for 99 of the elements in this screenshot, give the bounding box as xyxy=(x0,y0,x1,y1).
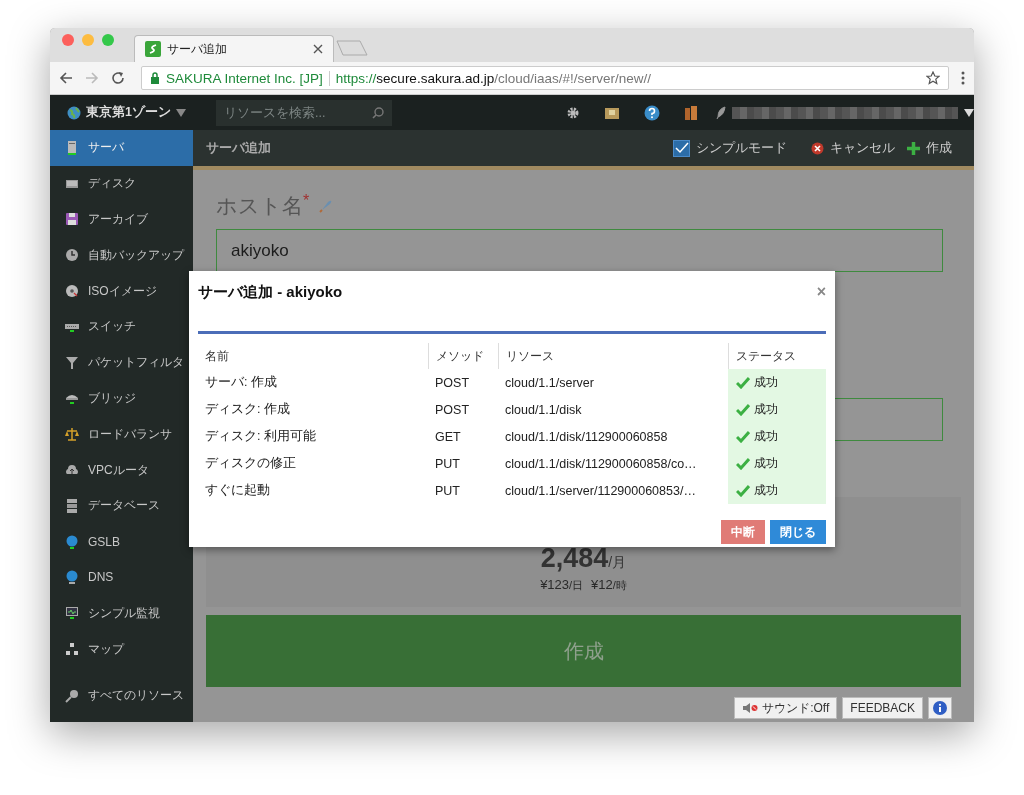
table-cell-text: すぐに起動 xyxy=(204,482,271,499)
sidebar-item[interactable]: サーバ xyxy=(50,130,193,166)
sidebar-item[interactable]: データベース xyxy=(50,487,193,524)
account-menu[interactable] xyxy=(716,105,974,120)
page-title: サーバ追加 xyxy=(206,139,271,157)
floppy-icon xyxy=(65,212,79,227)
table-cell-text: サーバ: 作成 xyxy=(204,374,278,391)
speaker-muted-icon xyxy=(742,702,759,714)
daily-price: ¥123/日 xyxy=(540,577,584,593)
status-cell: 成功 xyxy=(728,477,826,504)
monthly-price: 2,484/月 xyxy=(540,545,627,572)
table-cell-text: cloud/1.1/disk xyxy=(504,401,583,419)
menu-icon[interactable] xyxy=(961,71,965,85)
sidebar-item[interactable]: すべてのリソース xyxy=(50,677,193,714)
sidebar-item[interactable]: マップ xyxy=(50,631,193,667)
clock-icon xyxy=(65,248,79,263)
sidebar-item[interactable]: ディスク xyxy=(50,165,193,202)
lock-icon xyxy=(150,72,160,84)
table-cell-text: cloud/1.1/disk/112900060858/co… xyxy=(504,455,698,473)
check-icon xyxy=(736,403,750,416)
sidebar-item[interactable]: DNS xyxy=(50,559,193,596)
table-cell-text: PUT xyxy=(434,455,461,473)
books-icon[interactable] xyxy=(684,104,698,121)
search-field[interactable]: リソースを検索... xyxy=(216,99,392,126)
globe-icon xyxy=(65,570,79,585)
check-icon xyxy=(736,484,750,497)
funnel-icon xyxy=(65,355,79,370)
globe-icon xyxy=(65,534,79,549)
sidebar-item[interactable]: ブリッジ xyxy=(50,380,193,417)
box-icon[interactable] xyxy=(604,105,620,120)
column-header: リソース xyxy=(498,343,728,369)
check-icon xyxy=(736,430,750,443)
tab-title: サーバ追加 xyxy=(167,40,228,58)
sidebar-item[interactable]: スイッチ xyxy=(50,309,193,345)
map-icon xyxy=(65,642,79,657)
cancel-icon xyxy=(811,141,824,155)
check-icon xyxy=(736,457,750,470)
status-cell: 成功 xyxy=(728,450,826,477)
address-url[interactable]: https://secure.sakura.ad.jp/cloud/iaas/#!/server/new// xyxy=(335,70,920,86)
table-cell-text: cloud/1.1/server xyxy=(504,374,595,392)
zone-selector[interactable]: 東京第1ゾーン xyxy=(67,104,186,121)
caret-icon xyxy=(964,108,974,117)
monitor-icon xyxy=(65,606,79,621)
caret-icon xyxy=(175,108,186,117)
globe-icon xyxy=(67,105,81,120)
dialog-title: サーバ追加 - akiyoko xyxy=(198,283,343,302)
sidebar-item[interactable]: ISOイメージ xyxy=(50,273,193,309)
settings-icon[interactable] xyxy=(566,105,580,120)
sidebar-item[interactable]: アーカイブ xyxy=(50,201,193,238)
info-button[interactable] xyxy=(928,697,952,719)
table-cell-text: POST xyxy=(434,374,471,392)
scale-icon xyxy=(65,427,79,442)
security-label: SAKURA Internet Inc. [JP] xyxy=(166,70,330,86)
browser-tab[interactable]: サーバ追加 xyxy=(134,35,334,62)
status-cell: 成功 xyxy=(728,396,826,423)
server-icon xyxy=(65,140,79,155)
sidebar-item[interactable]: ロードバランサ xyxy=(50,416,193,453)
table-cell-text: ディスク: 利用可能 xyxy=(204,428,317,445)
sidebar-item[interactable]: シンプル監視 xyxy=(50,595,193,632)
check-icon xyxy=(674,142,689,154)
host-name-label: ホスト名* xyxy=(216,192,310,219)
sidebar-item[interactable]: VPCルータ xyxy=(50,452,193,488)
plus-icon xyxy=(907,141,920,155)
reload-icon[interactable] xyxy=(111,71,125,85)
close-icon[interactable] xyxy=(313,44,323,54)
checkbox[interactable] xyxy=(673,139,690,157)
disc-icon xyxy=(65,284,79,299)
sound-button[interactable]: サウンド:Off xyxy=(734,697,838,719)
sidebar-item[interactable]: GSLB xyxy=(50,523,193,560)
search-icon xyxy=(372,106,384,119)
cancel-button[interactable]: キャンセル xyxy=(811,139,895,157)
back-icon[interactable] xyxy=(59,71,73,85)
table-cell-text: ディスク: 作成 xyxy=(204,401,291,418)
status-cell: 成功 xyxy=(728,369,826,396)
sidebar-item[interactable]: パケットフィルタ xyxy=(50,344,193,381)
close-button[interactable]: 閉じる xyxy=(770,520,826,544)
star-icon[interactable] xyxy=(926,71,940,85)
table-cell-text: POST xyxy=(434,401,471,419)
column-header: 名前 xyxy=(204,347,230,365)
info-icon xyxy=(933,701,947,715)
hourly-price: ¥12/時 xyxy=(591,577,627,593)
sidebar-item[interactable]: 自動バックアップ xyxy=(50,237,193,274)
check-icon xyxy=(736,376,750,389)
magnifier-icon xyxy=(65,688,79,703)
feather-icon xyxy=(716,105,726,120)
help-icon[interactable] xyxy=(644,104,660,121)
table-cell-text: GET xyxy=(434,428,462,446)
table-cell-text: ディスクの修正 xyxy=(204,455,297,472)
database-icon xyxy=(65,498,79,513)
table-cell-text: PUT xyxy=(434,482,461,500)
feedback-button[interactable]: FEEDBACK xyxy=(842,697,923,719)
column-header: メソッド xyxy=(428,343,498,369)
table-cell-text: cloud/1.1/server/112900060853/… xyxy=(504,482,697,500)
simple-mode-label[interactable]: シンプルモード xyxy=(696,139,787,157)
close-button[interactable]: × xyxy=(816,283,826,301)
create-button[interactable]: 作成 xyxy=(907,139,952,157)
status-cell: 成功 xyxy=(728,423,826,450)
table-cell-text: cloud/1.1/disk/112900060858 xyxy=(504,428,669,446)
favicon-icon xyxy=(145,41,161,57)
